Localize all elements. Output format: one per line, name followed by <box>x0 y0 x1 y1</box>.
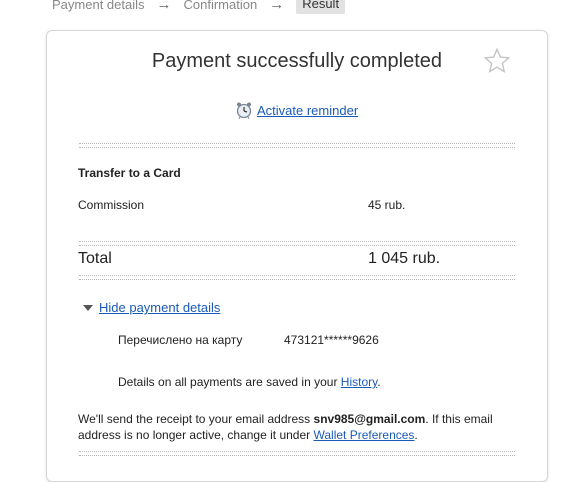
receipt-text-end: . <box>414 428 418 442</box>
breadcrumb-separator: → <box>269 0 285 13</box>
history-note-text: Details on all payments are saved in you… <box>118 375 341 389</box>
hide-payment-details-link[interactable]: Hide payment details <box>99 300 220 315</box>
history-note: Details on all payments are saved in you… <box>118 375 381 389</box>
receipt-text: We'll send the receipt to your email add… <box>78 412 314 426</box>
section-title: Transfer to a Card <box>78 166 181 180</box>
breadcrumb-result: Result <box>296 0 346 14</box>
breadcrumb: Payment details → Confirmation → Result <box>52 0 346 14</box>
breadcrumb-payment-details[interactable]: Payment details <box>52 0 145 12</box>
breadcrumb-separator: → <box>156 0 172 13</box>
divider <box>79 143 515 148</box>
payment-result-card: Payment successfully completed Activate … <box>46 30 548 482</box>
divider <box>79 451 515 456</box>
page-title: Payment successfully completed <box>151 50 443 72</box>
hide-payment-details-toggle[interactable]: Hide payment details <box>83 300 220 315</box>
divider <box>79 241 515 246</box>
activate-reminder-link[interactable]: Activate reminder <box>257 103 358 118</box>
transferred-label: Перечислено на карту <box>118 333 243 347</box>
alarm-clock-icon <box>236 102 252 119</box>
breadcrumb-confirmation[interactable]: Confirmation <box>184 0 258 12</box>
divider <box>79 275 515 280</box>
activate-reminder: Activate reminder <box>235 101 358 119</box>
star-icon[interactable] <box>483 47 511 75</box>
wallet-preferences-link[interactable]: Wallet Preferences <box>313 428 414 442</box>
receipt-email: snv985@gmail.com <box>313 412 426 426</box>
commission-label: Commission <box>78 198 145 212</box>
total-label: Total <box>78 250 112 267</box>
history-link[interactable]: History <box>341 375 377 389</box>
receipt-note: We'll send the receipt to your email add… <box>78 411 518 443</box>
history-note-end: . <box>377 375 381 389</box>
triangle-down-icon <box>83 304 93 311</box>
total-value: 1 045 rub. <box>368 250 441 267</box>
commission-value: 45 rub. <box>368 198 406 212</box>
card-number: 473121******9626 <box>284 333 379 347</box>
